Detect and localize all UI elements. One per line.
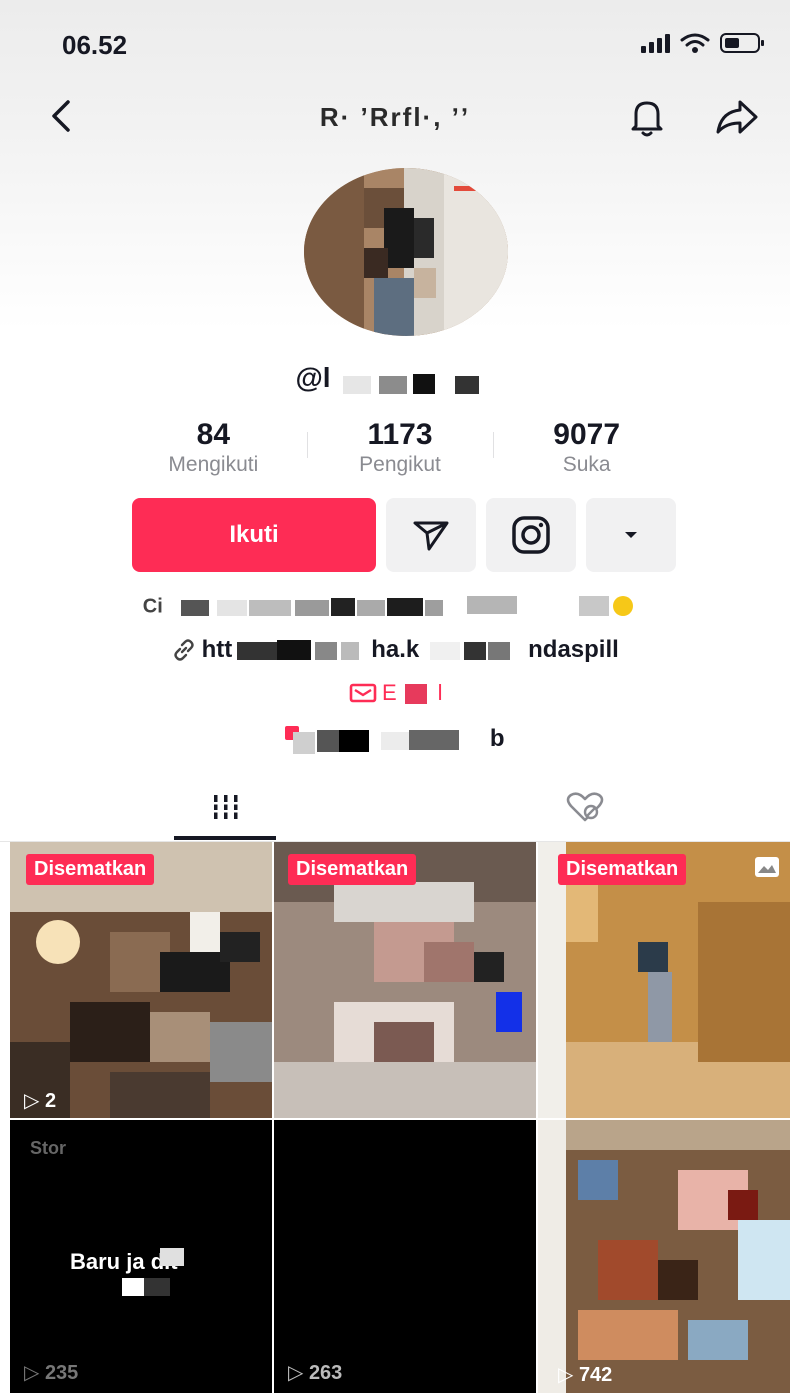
censored-bio-text (181, 596, 634, 616)
profile-title: R· ’Rrfl·, ʼʼ (319, 102, 471, 132)
video-tile[interactable]: Disematkan ▷ 2 (10, 842, 272, 1118)
video-views-count: 235 (44, 1362, 79, 1384)
censored-contact (285, 726, 460, 754)
stat-following[interactable]: 84 Mengikuti (120, 418, 307, 488)
tab-videos[interactable] (28, 772, 423, 842)
mail-icon (349, 683, 376, 703)
censored-username (335, 369, 495, 394)
censored-caption (122, 1248, 184, 1296)
link-icon (174, 639, 194, 661)
bell-icon[interactable] (624, 94, 670, 140)
email-prefix: E (381, 680, 397, 705)
likes-count: 9077 (553, 418, 621, 451)
share-icon[interactable] (712, 94, 762, 140)
video-views: ▷ 235 (24, 1362, 79, 1384)
bio-link-middle: ha.k (371, 636, 420, 663)
bio-link-row[interactable]: htt ha.k ndaspill (0, 636, 790, 664)
profile-tabs (0, 772, 790, 842)
likes-label: Suka (562, 453, 611, 476)
username-text: @l (295, 362, 331, 393)
pinned-badge: Disematkan (288, 854, 417, 885)
grid-icon (210, 795, 241, 819)
following-count: 84 (196, 418, 231, 451)
video-tile[interactable]: Stor Baru ja dit ▷ 235 (10, 1120, 272, 1393)
active-tab-indicator (174, 836, 276, 840)
video-views-count: 2 (44, 1090, 57, 1112)
email-suffix: l (437, 680, 443, 705)
bio-contact-row[interactable]: b (0, 724, 790, 754)
following-label: Mengikuti (168, 453, 259, 476)
stat-followers[interactable]: 1173 Pengikut (306, 418, 494, 488)
video-thumbnail (538, 1120, 790, 1393)
censored-link-part (236, 640, 359, 660)
bio-line-1-text: Ci (142, 595, 163, 618)
stat-likes[interactable]: 9077 Suka (493, 418, 680, 488)
avatar[interactable] (304, 168, 508, 336)
followers-label: Pengikut (359, 453, 441, 476)
battery-icon (720, 33, 764, 53)
send-icon (413, 521, 449, 551)
instagram-icon (512, 516, 550, 554)
bio-email-row[interactable]: E l (0, 680, 790, 706)
message-button[interactable] (386, 498, 476, 572)
more-dropdown-button[interactable] (586, 498, 676, 572)
avatar-image (304, 168, 508, 336)
bio-line-1: Ci (0, 594, 790, 620)
contact-suffix: b (489, 725, 505, 752)
video-views: ▷ 263 (288, 1362, 343, 1384)
status-time: 06.52 (62, 30, 128, 60)
wifi-icon (680, 33, 710, 53)
tab-liked[interactable] (387, 772, 782, 842)
video-tile[interactable]: ▷ 742 (538, 1120, 790, 1393)
caret-down-icon (625, 532, 637, 538)
bio-link-prefix: htt (201, 636, 233, 663)
story-label: Stor (30, 1138, 66, 1158)
censored-email (405, 684, 428, 704)
video-grid: Disematkan ▷ 2 Disematkan Disematkan Sto… (10, 842, 790, 1393)
follow-button[interactable]: Ikuti (132, 498, 376, 572)
profile-stats: 84 Mengikuti 1173 Pengikut 9077 Suka (120, 418, 680, 488)
video-tile[interactable]: ▷ 263 (274, 1120, 536, 1393)
followers-count: 1173 (367, 418, 433, 451)
bio-link-suffix: ndaspill (528, 636, 619, 663)
pinned-badge: Disematkan (26, 854, 155, 885)
instagram-button[interactable] (486, 498, 576, 572)
profile-nav-bar: R· ’Rrfl·, ʼʼ (0, 88, 790, 148)
photo-icon (755, 857, 779, 877)
pinned-badge: Disematkan (558, 854, 687, 885)
video-views: ▷ 742 (558, 1364, 613, 1386)
censored-link-part-2 (429, 642, 510, 660)
video-views: ▷ 2 (24, 1090, 57, 1112)
video-views-count: 263 (308, 1362, 343, 1384)
video-views-count: 742 (578, 1364, 613, 1386)
username: @l (0, 362, 790, 394)
signal-icon (641, 33, 670, 53)
video-tile[interactable]: Disematkan (274, 842, 536, 1118)
status-bar: 06.52 (0, 22, 790, 70)
video-tile[interactable]: Disematkan (538, 842, 790, 1118)
hidden-heart-icon (566, 792, 603, 822)
status-icons (641, 32, 764, 54)
